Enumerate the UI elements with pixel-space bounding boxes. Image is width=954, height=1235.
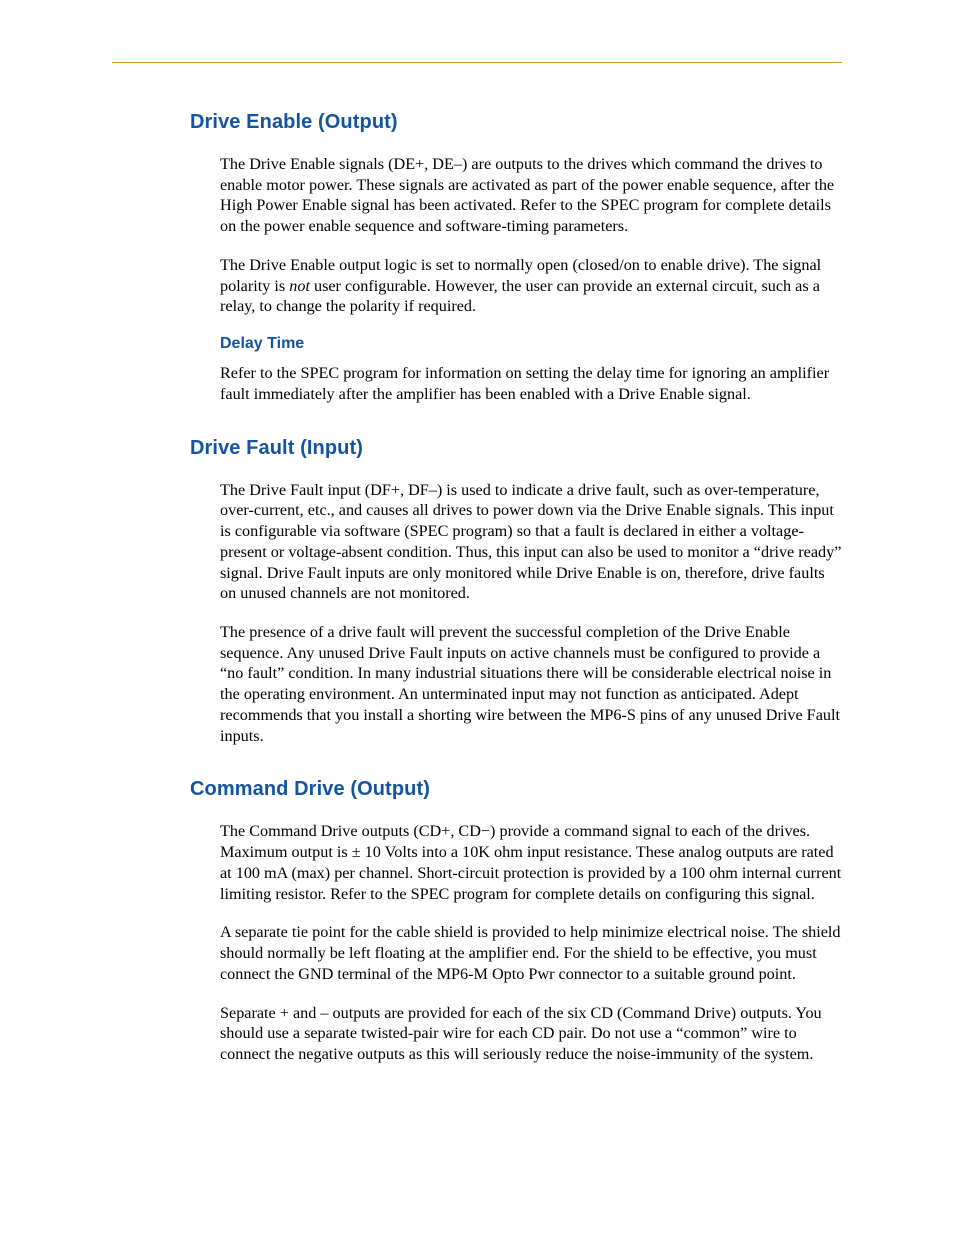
text-span: user configurable. However, the user can… <box>220 277 820 316</box>
heading-delay-time: Delay Time <box>220 335 842 353</box>
top-rule <box>112 62 842 63</box>
section-gap <box>112 423 842 437</box>
drive-fault-paragraph-2: The presence of a drive fault will preve… <box>220 622 842 746</box>
page: Drive Enable (Output) The Drive Enable s… <box>0 0 954 1235</box>
heading-command-drive: Command Drive (Output) <box>190 778 842 801</box>
heading-drive-fault: Drive Fault (Input) <box>190 437 842 460</box>
section-gap <box>112 764 842 778</box>
drive-fault-paragraph-1: The Drive Fault input (DF+, DF–) is used… <box>220 480 842 604</box>
command-drive-paragraph-3: Separate + and – outputs are provided fo… <box>220 1003 842 1065</box>
heading-drive-enable: Drive Enable (Output) <box>190 111 842 134</box>
drive-enable-paragraph-1: The Drive Enable signals (DE+, DE–) are … <box>220 154 842 237</box>
drive-enable-paragraph-2: The Drive Enable output logic is set to … <box>220 255 842 317</box>
command-drive-paragraph-2: A separate tie point for the cable shiel… <box>220 922 842 984</box>
italic-not: not <box>289 277 310 295</box>
delay-time-paragraph-1: Refer to the SPEC program for informatio… <box>220 363 842 404</box>
command-drive-paragraph-1: The Command Drive outputs (CD+, CD−) pro… <box>220 821 842 904</box>
